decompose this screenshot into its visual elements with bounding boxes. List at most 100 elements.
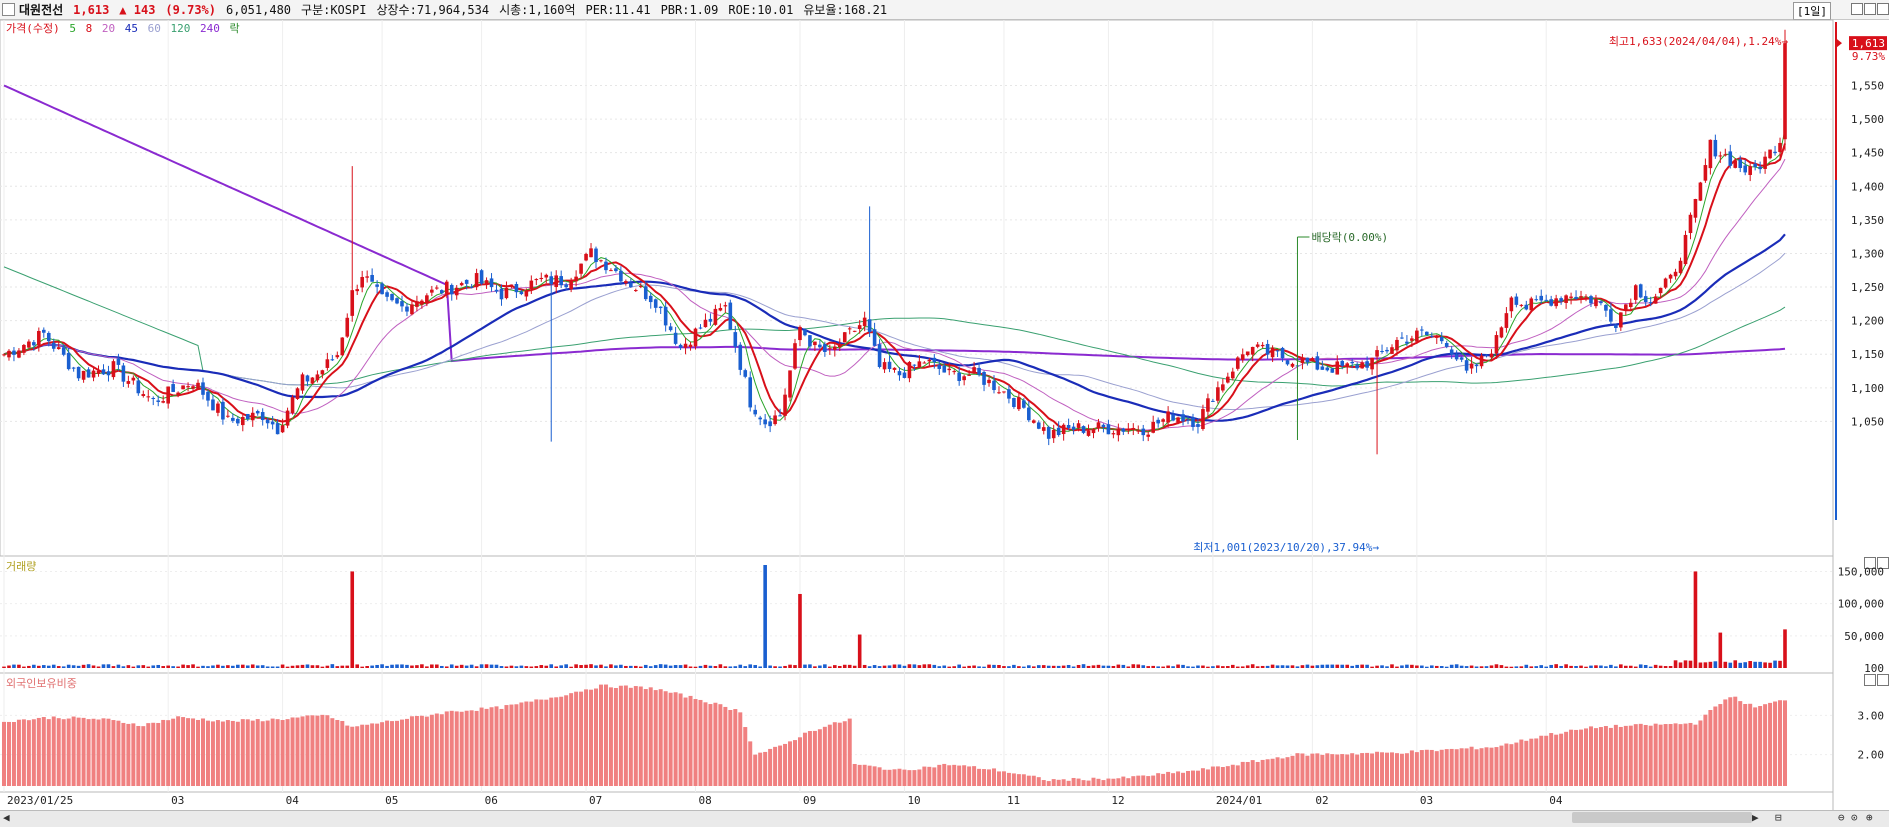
- candle-body: [1370, 357, 1374, 370]
- price-tick-label: 1,350: [1851, 214, 1884, 227]
- candle-body: [106, 371, 111, 376]
- volume-bar: [106, 664, 111, 668]
- foreign-tick-label: 2.00: [1858, 749, 1885, 762]
- foreign-ratio-bar: [678, 693, 683, 786]
- volume-bar: [758, 666, 762, 668]
- candle-body: [1454, 354, 1459, 360]
- candle-body: [892, 367, 897, 370]
- scroll-right-icon[interactable]: ▶: [1752, 811, 1759, 824]
- volume-bar: [1116, 664, 1121, 668]
- foreign-ratio-bar: [1723, 699, 1728, 786]
- candle-body: [1400, 337, 1404, 339]
- volume-bar: [1698, 662, 1703, 668]
- candle-body: [1708, 139, 1713, 169]
- volume-bar: [703, 664, 708, 668]
- volume-bar: [718, 664, 723, 668]
- volume-bar: [1295, 666, 1300, 668]
- volume-bar: [1350, 665, 1354, 668]
- candle-body: [519, 291, 524, 295]
- candle-body: [1783, 43, 1787, 140]
- foreign-ratio-bar: [663, 691, 668, 786]
- candle-body: [1743, 165, 1748, 173]
- foreign-ratio-bar: [1454, 749, 1459, 786]
- candle-body: [559, 276, 563, 286]
- candle-body: [1778, 142, 1782, 153]
- volume-bar: [166, 665, 170, 668]
- candle-body: [1728, 151, 1733, 166]
- volume-bar: [17, 664, 21, 668]
- price-tick-label: 1,550: [1851, 79, 1884, 92]
- foreign-ratio-bar: [773, 746, 778, 786]
- candle-body: [748, 377, 753, 408]
- foreign-ratio-bar: [1763, 704, 1768, 786]
- foreign-ratio-bar: [977, 768, 982, 786]
- foreign-ratio-bar: [708, 704, 713, 786]
- volume-bar: [1604, 666, 1608, 668]
- candle-body: [604, 261, 608, 271]
- candle-body: [554, 275, 559, 287]
- volume-bar: [609, 664, 613, 668]
- volume-bar: [1340, 664, 1345, 668]
- candle-body: [1285, 360, 1290, 365]
- foreign-ratio-bar: [1608, 727, 1613, 786]
- candle-body: [1211, 400, 1215, 402]
- price-tick-label: 1,200: [1851, 315, 1884, 328]
- foreign-ratio-bar: [1255, 761, 1260, 786]
- foreign-ratio-bar: [1370, 753, 1375, 786]
- volume-bar: [1569, 665, 1573, 668]
- candle-body: [1395, 339, 1399, 351]
- candle-body: [1504, 313, 1509, 328]
- foreign-ratio-bar: [1469, 746, 1474, 786]
- volume-bar: [290, 665, 295, 668]
- foreign-ratio-bar: [1215, 766, 1220, 786]
- date-tick-label: 03: [171, 794, 184, 807]
- volume-bar: [494, 664, 499, 668]
- volume-bar: [678, 665, 683, 668]
- foreign-ratio-bar: [151, 722, 156, 786]
- candle-body: [1315, 356, 1320, 370]
- candle-body: [236, 418, 240, 424]
- candle-body: [1240, 354, 1245, 360]
- candle-body: [1499, 327, 1504, 338]
- volume-bar: [1703, 662, 1708, 668]
- zoom-slider-icon[interactable]: ⊟: [1775, 811, 1782, 824]
- foreign-ratio-bar: [807, 731, 812, 786]
- volume-bar: [280, 664, 285, 668]
- scroll-left-icon[interactable]: ◀: [3, 811, 10, 824]
- candle-body: [1350, 361, 1354, 364]
- volume-bar: [141, 665, 146, 668]
- candle-body: [449, 284, 454, 295]
- volume-bar: [1454, 664, 1459, 668]
- horizontal-scrollbar[interactable]: [1572, 812, 1752, 823]
- foreign-ratio-bar: [439, 714, 444, 786]
- foreign-ratio-bar: [1200, 768, 1205, 786]
- candle-body: [1385, 349, 1389, 352]
- volume-bar: [1221, 666, 1225, 668]
- candle-body: [1444, 342, 1449, 347]
- date-tick-label: 2024/01: [1216, 794, 1262, 807]
- foreign-ratio-bar: [1658, 724, 1663, 786]
- candle-body: [1439, 337, 1444, 342]
- volume-bar: [549, 664, 554, 668]
- zoom-reset-icon[interactable]: ⊙: [1851, 811, 1858, 824]
- zoom-in-icon[interactable]: ⊕: [1866, 811, 1873, 824]
- zoom-out-icon[interactable]: ⊖: [1838, 811, 1845, 824]
- volume-bar: [833, 665, 837, 668]
- foreign-ratio-bar: [275, 719, 280, 786]
- volume-bar: [574, 664, 578, 668]
- volume-bar: [111, 666, 116, 668]
- candle-body: [1161, 419, 1165, 422]
- foreign-ratio-bar: [733, 709, 738, 786]
- volume-bar: [1584, 666, 1588, 668]
- foreign-ratio-bar: [41, 717, 46, 786]
- foreign-ratio-bar: [1086, 780, 1091, 786]
- foreign-ratio-bar: [56, 718, 61, 786]
- stock-chart[interactable]: 1,050 1,100 1,150 1,200 1,250 1,300 1,350 1,400…: [0, 0, 1889, 810]
- volume-bar: [788, 664, 792, 668]
- volume-bar: [231, 665, 235, 668]
- foreign-ratio-bar: [594, 688, 599, 786]
- volume-bar: [1385, 666, 1389, 668]
- price-tick-label: 1,100: [1851, 382, 1884, 395]
- foreign-ratio-bar: [1738, 701, 1743, 786]
- foreign-ratio-bar: [937, 764, 942, 786]
